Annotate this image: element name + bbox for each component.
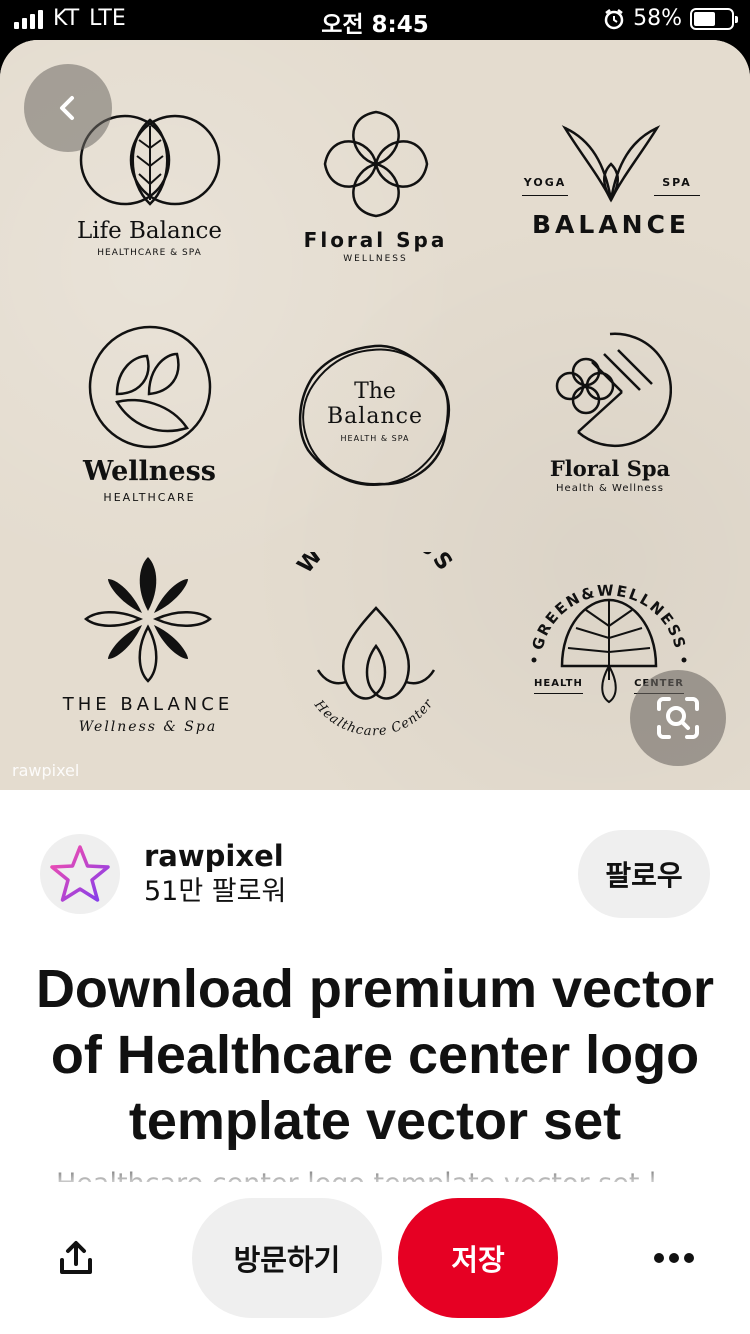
visit-button[interactable]: 방문하기 bbox=[192, 1198, 382, 1318]
creator-name[interactable]: rawpixel bbox=[144, 838, 286, 874]
logo-arc-bottom: Healthcare Center bbox=[310, 696, 435, 739]
logo-the-balance: The Balance HEALTH & SPA bbox=[294, 340, 456, 492]
status-bar: KT LTE 오전 8:45 58% bbox=[0, 0, 750, 40]
logo-subtitle: Wellness & Spa bbox=[78, 719, 218, 735]
share-icon bbox=[60, 1241, 92, 1274]
logo-floral-spa-2: Floral Spa Health & Wellness bbox=[530, 328, 690, 494]
chevron-left-icon bbox=[60, 96, 74, 120]
creator-profile[interactable]: rawpixel 51만 팔로워 bbox=[40, 834, 286, 914]
follow-button[interactable]: 팔로우 bbox=[578, 830, 710, 918]
logo-the-balance-2: THE BALANCE Wellness & Spa bbox=[56, 552, 240, 735]
logo-title: Floral Spa bbox=[303, 228, 448, 252]
logo-wellness: Wellness HEALTHCARE bbox=[62, 324, 237, 504]
more-dot-icon bbox=[669, 1253, 679, 1263]
more-options-button[interactable] bbox=[650, 1238, 698, 1278]
pin-title: Download premium vector of Healthcare ce… bbox=[35, 959, 715, 1151]
battery-icon bbox=[690, 7, 738, 30]
logo-floral-spa: Floral Spa WELLNESS bbox=[288, 108, 463, 264]
action-bar: 방문하기 저장 bbox=[0, 1182, 750, 1334]
battery-percent: 58% bbox=[633, 6, 682, 31]
logo-side-labels: YOGA SPA bbox=[522, 176, 700, 196]
logo-wellness-center: WELLNESS Healthcare Center bbox=[284, 552, 468, 742]
lotus-arc-icon: WELLNESS Healthcare Center bbox=[293, 552, 460, 739]
logo-arc-top: WELLNESS bbox=[293, 552, 456, 578]
creator-text: rawpixel 51만 팔로워 bbox=[144, 838, 286, 910]
logo-left-label: YOGA bbox=[522, 176, 568, 196]
logo-title: BALANCE bbox=[531, 210, 691, 239]
logo-subtitle: WELLNESS bbox=[343, 254, 408, 264]
share-button[interactable] bbox=[52, 1234, 100, 1282]
follower-count: 51만 팔로워 bbox=[144, 876, 287, 907]
more-dot-icon bbox=[684, 1253, 694, 1263]
alarm-icon bbox=[604, 8, 624, 29]
logo-subtitle: HEALTHCARE bbox=[103, 491, 196, 504]
visual-search-button[interactable] bbox=[630, 670, 726, 766]
logo-title: Life Balance bbox=[76, 218, 223, 244]
logo-title: THE BALANCE bbox=[62, 694, 234, 715]
logo-title-line1: The bbox=[354, 379, 396, 404]
logo-subtitle: HEALTHCARE & SPA bbox=[97, 248, 202, 258]
badge-text: The Balance HEALTH & SPA bbox=[294, 379, 456, 444]
logo-left-label: HEALTH bbox=[534, 678, 583, 694]
pin-image[interactable]: Life Balance HEALTHCARE & SPA Floral Spa… bbox=[0, 40, 750, 790]
logo-title-line2: Balance bbox=[327, 404, 423, 429]
lens-search-icon bbox=[657, 697, 699, 739]
flower-mandala-icon bbox=[83, 557, 213, 683]
save-button[interactable]: 저장 bbox=[398, 1198, 558, 1318]
logo-title: Floral Spa bbox=[549, 456, 671, 481]
status-right: 58% bbox=[603, 6, 738, 31]
leaves-circle-icon bbox=[88, 325, 211, 449]
back-button[interactable] bbox=[24, 64, 112, 152]
logo-title: Wellness bbox=[82, 456, 217, 487]
logo-yoga-balance: YOGA SPA BALANCE bbox=[522, 124, 700, 239]
logo-subtitle: HEALTH & SPA bbox=[340, 434, 410, 443]
star-logo-icon bbox=[50, 845, 110, 902]
svg-text:WELLNESS: WELLNESS bbox=[293, 552, 460, 578]
logo-right-label: SPA bbox=[654, 176, 700, 196]
avatar[interactable] bbox=[40, 834, 120, 914]
watermark: rawpixel bbox=[12, 761, 80, 780]
petals-icon bbox=[323, 110, 428, 218]
battery-fill bbox=[694, 11, 715, 26]
clover-circle-icon bbox=[555, 332, 672, 447]
svg-text:Healthcare Center: Healthcare Center bbox=[310, 696, 436, 739]
logo-subtitle: Health & Wellness bbox=[556, 483, 664, 494]
more-dot-icon bbox=[654, 1253, 664, 1263]
